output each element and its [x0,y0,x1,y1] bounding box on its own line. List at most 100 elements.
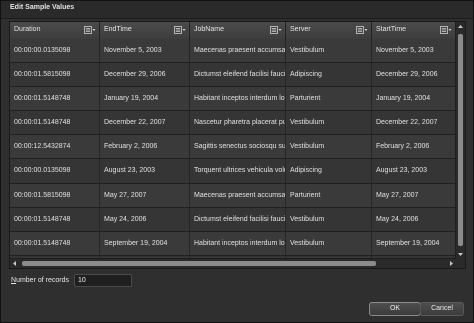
cell-endtime[interactable]: December 29, 2006 [100,63,190,87]
cell-value: Dictumst eleifend facilisi faucibus [194,215,286,223]
cell-value: May 27, 2007 [376,191,419,199]
column-header-label: Duration [14,26,41,33]
filter-icon[interactable] [84,26,96,34]
table-row[interactable]: 00:00:01.5148748 December 22, 2007 Nascetu… [10,111,456,136]
cell-jobname[interactable]: Dictumst eleifend facilisi faucibus [190,207,286,231]
cell-value: 00:00:12.5432874 [14,143,71,151]
cell-duration[interactable]: 00:00:12.5432874 [10,135,100,159]
cell-starttime[interactable]: December 22, 2007 [372,111,456,135]
cell-endtime[interactable]: May 27, 2007 [100,183,190,207]
cell-value: Maecenas praesent accumsan bibendum [194,47,286,54]
sample-values-grid[interactable]: Duration EndTime JobName Server StartTime 00… [9,21,466,269]
cell-duration[interactable]: 00:00:01.5148748 [10,111,100,135]
cell-endtime[interactable]: May 24, 2006 [100,207,190,231]
cell-endtime[interactable]: December 22, 2007 [100,111,190,135]
cell-jobname[interactable]: Nascetur pharetra placerat pulvinar [190,111,286,135]
cell-value: Parturient [290,95,321,103]
table-row[interactable]: 00:00:00.0135098 November 5, 2003 Maecenas… [10,39,456,64]
cell-starttime[interactable]: November 5, 2003 [372,39,456,63]
cell-value: December 29, 2006 [376,71,438,79]
cell-value: August 23, 2003 [104,167,155,175]
cell-duration[interactable]: 00:00:00.0135098 [10,39,100,63]
cell-value: Nascetur pharetra placerat pulvinar [194,119,286,127]
scroll-left-icon[interactable] [11,260,19,267]
table-row[interactable]: 00:00:00.0135098 August 23, 2003 Torquent … [10,159,456,184]
cell-server[interactable]: Adipiscing [286,159,372,183]
scroll-right-icon[interactable] [447,260,455,267]
cell-jobname[interactable]: Habitant inceptos interdum lobortis [190,231,286,255]
cell-duration[interactable]: 00:00:01.5148748 [10,231,100,255]
cell-starttime[interactable]: May 27, 2007 [372,183,456,207]
cell-duration[interactable]: 00:00:00.0135098 [10,159,100,183]
cell-endtime[interactable]: November 5, 2003 [100,39,190,63]
column-header-jobname[interactable]: JobName [190,22,286,39]
cell-starttime[interactable]: May 24, 2006 [372,207,456,231]
cell-endtime[interactable]: August 23, 2003 [100,159,190,183]
column-header-server[interactable]: Server [286,22,372,39]
table-row[interactable]: 00:00:01.5148748 May 24, 2006 Dictumst ele… [10,207,456,232]
cell-server[interactable]: Vestibulum [286,111,372,135]
cell-duration[interactable]: 00:00:01.5148748 [10,87,100,111]
cell-endtime[interactable]: January 19, 2004 [100,87,190,111]
column-header-endtime[interactable]: EndTime [100,22,190,39]
cell-value: Vestibulum [290,239,325,247]
cell-server[interactable]: Adipiscing [286,63,372,87]
column-header-label: StartTime [376,26,407,33]
scroll-down-icon[interactable] [457,250,464,258]
table-row[interactable]: 00:00:01.5815098 May 27, 2007 Maecenas pra… [10,183,456,208]
cell-duration[interactable]: 00:00:01.5815098 [10,183,100,207]
cell-jobname[interactable]: Habitant inceptos interdum lobortis [190,87,286,111]
cell-jobname[interactable]: Torquent ultrices vehicula volutpat [190,159,286,183]
vertical-scroll-thumb[interactable] [458,34,463,246]
filter-icon[interactable] [270,26,282,34]
cell-endtime[interactable]: September 19, 2004 [100,231,190,255]
column-header-label: Server [290,26,311,33]
column-header-starttime[interactable]: StartTime [372,22,456,39]
cell-value: January 19, 2004 [104,95,159,103]
column-header-label: EndTime [104,26,132,33]
cell-server[interactable]: Vestibulum [286,207,372,231]
cell-value: February 2, 2006 [376,143,430,151]
cell-server[interactable]: Vestibulum [286,231,372,255]
cell-server[interactable]: Vestibulum [286,39,372,63]
cell-jobname[interactable]: Sagittis senectus sociosqu suscipit [190,135,286,159]
table-row[interactable]: 00:00:12.5432874 February 2, 2006 Sagittis… [10,135,456,160]
scroll-up-icon[interactable] [457,23,464,31]
cell-value: 00:00:01.5148748 [14,215,71,223]
cell-jobname[interactable]: Maecenas praesent accumsan bibendum [190,183,286,207]
filter-icon[interactable] [440,26,452,34]
cell-jobname[interactable]: Dictumst eleifend facilisi faucibus [190,63,286,87]
cell-duration[interactable]: 00:00:01.5148748 [10,207,100,231]
column-header-duration[interactable]: Duration [10,22,100,39]
cancel-button[interactable]: Cancel [420,302,464,316]
table-row[interactable]: 00:00:01.5148748 September 19, 2004 Habita… [10,231,456,256]
horizontal-scroll-thumb[interactable] [22,261,376,266]
edit-sample-values-dialog: Edit Sample Values Duration EndTime JobNam… [0,0,474,323]
cell-value: September 19, 2004 [104,239,168,247]
cell-value: Vestibulum [290,215,325,223]
horizontal-scrollbar[interactable] [10,258,456,268]
cell-starttime[interactable]: January 19, 2004 [372,87,456,111]
filter-icon[interactable] [174,26,186,34]
cell-duration[interactable]: 00:00:01.5815098 [10,63,100,87]
table-row[interactable]: 00:00:01.5148748 January 19, 2004 Habitant… [10,87,456,112]
cell-server[interactable]: Vestibulum [286,135,372,159]
filter-icon[interactable] [356,26,368,34]
cell-value: December 22, 2007 [376,119,438,127]
number-of-records-input[interactable] [74,274,132,287]
vertical-scrollbar[interactable] [455,22,465,259]
cell-endtime[interactable]: February 2, 2006 [100,135,190,159]
cell-server[interactable]: Parturient [286,87,372,111]
cell-starttime[interactable]: September 19, 2004 [372,231,456,255]
cell-value: Vestibulum [290,47,325,54]
cell-starttime[interactable]: August 23, 2003 [372,159,456,183]
dialog-title: Edit Sample Values [10,4,75,11]
ok-button[interactable]: OK [369,302,421,316]
cell-jobname[interactable]: Maecenas praesent accumsan bibendum [190,39,286,63]
table-row[interactable]: 00:00:01.5815098 December 29, 2006 Dictums… [10,63,456,88]
cell-starttime[interactable]: February 2, 2006 [372,135,456,159]
cell-value: November 5, 2003 [104,47,162,54]
cell-server[interactable]: Parturient [286,183,372,207]
cell-value: 00:00:01.5148748 [14,95,71,103]
cell-starttime[interactable]: December 29, 2006 [372,63,456,87]
